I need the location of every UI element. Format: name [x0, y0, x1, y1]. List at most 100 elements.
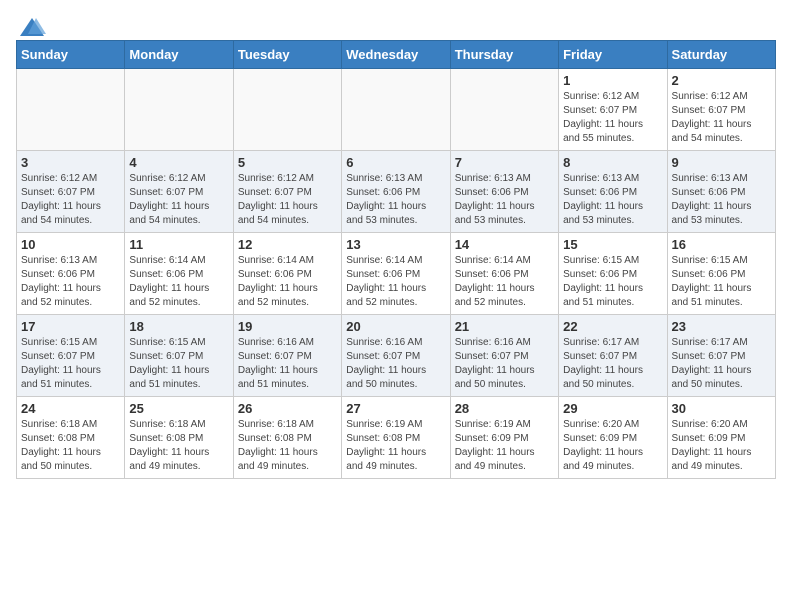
day-number: 6 — [346, 155, 445, 170]
day-number: 12 — [238, 237, 337, 252]
calendar-day-cell: 28 Sunrise: 6:19 AM Sunset: 6:09 PM Dayli… — [450, 397, 558, 479]
day-of-week-header: Friday — [559, 41, 667, 69]
day-number: 9 — [672, 155, 771, 170]
day-info: Sunrise: 6:13 AM Sunset: 6:06 PM Dayligh… — [563, 172, 662, 228]
day-number: 22 — [563, 319, 662, 334]
calendar-day-cell: 17 Sunrise: 6:15 AM Sunset: 6:07 PM Dayli… — [17, 315, 125, 397]
day-info: Sunrise: 6:12 AM Sunset: 6:07 PM Dayligh… — [672, 90, 771, 146]
day-of-week-header: Monday — [125, 41, 233, 69]
day-of-week-header: Sunday — [17, 41, 125, 69]
calendar-day-cell: 22 Sunrise: 6:17 AM Sunset: 6:07 PM Dayli… — [559, 315, 667, 397]
calendar-day-cell — [233, 69, 341, 151]
calendar-day-cell: 11Sunrise: 6:14 AM Sunset: 6:06 PM Dayli… — [125, 233, 233, 315]
calendar-day-cell — [17, 69, 125, 151]
day-info: Sunrise: 6:12 AM Sunset: 6:07 PM Dayligh… — [238, 172, 337, 228]
day-info: Sunrise: 6:18 AM Sunset: 6:08 PM Dayligh… — [238, 418, 337, 474]
day-number: 11 — [129, 237, 228, 252]
calendar-week-row: 24 Sunrise: 6:18 AM Sunset: 6:08 PM Dayli… — [17, 397, 776, 479]
logo — [16, 16, 46, 32]
day-number: 25 — [129, 401, 228, 416]
day-info: Sunrise: 6:13 AM Sunset: 6:06 PM Dayligh… — [455, 172, 554, 228]
calendar-week-row: 10 Sunrise: 6:13 AM Sunset: 6:06 PM Dayli… — [17, 233, 776, 315]
calendar-table: SundayMondayTuesdayWednesdayThursdayFrid… — [16, 40, 776, 479]
calendar-day-cell: 25 Sunrise: 6:18 AM Sunset: 6:08 PM Dayli… — [125, 397, 233, 479]
day-number: 3 — [21, 155, 120, 170]
day-info: Sunrise: 6:20 AM Sunset: 6:09 PM Dayligh… — [563, 418, 662, 474]
day-info: Sunrise: 6:19 AM Sunset: 6:09 PM Dayligh… — [455, 418, 554, 474]
day-info: Sunrise: 6:13 AM Sunset: 6:06 PM Dayligh… — [21, 254, 120, 310]
logo-icon — [18, 16, 46, 38]
day-number: 8 — [563, 155, 662, 170]
day-info: Sunrise: 6:14 AM Sunset: 6:06 PM Dayligh… — [455, 254, 554, 310]
calendar-day-cell — [125, 69, 233, 151]
calendar-day-cell: 7 Sunrise: 6:13 AM Sunset: 6:06 PM Daylig… — [450, 151, 558, 233]
calendar-week-row: 3 Sunrise: 6:12 AM Sunset: 6:07 PM Daylig… — [17, 151, 776, 233]
calendar-day-cell: 6 Sunrise: 6:13 AM Sunset: 6:06 PM Daylig… — [342, 151, 450, 233]
day-info: Sunrise: 6:17 AM Sunset: 6:07 PM Dayligh… — [563, 336, 662, 392]
calendar-day-cell: 26 Sunrise: 6:18 AM Sunset: 6:08 PM Dayli… — [233, 397, 341, 479]
calendar-day-cell: 15Sunrise: 6:15 AM Sunset: 6:06 PM Dayli… — [559, 233, 667, 315]
day-of-week-header: Tuesday — [233, 41, 341, 69]
day-number: 27 — [346, 401, 445, 416]
day-number: 10 — [21, 237, 120, 252]
day-number: 19 — [238, 319, 337, 334]
day-info: Sunrise: 6:16 AM Sunset: 6:07 PM Dayligh… — [346, 336, 445, 392]
calendar-day-cell: 23 Sunrise: 6:17 AM Sunset: 6:07 PM Dayli… — [667, 315, 775, 397]
day-number: 26 — [238, 401, 337, 416]
calendar-day-cell: 20 Sunrise: 6:16 AM Sunset: 6:07 PM Dayli… — [342, 315, 450, 397]
page-header — [16, 16, 776, 32]
calendar-day-cell: 21Sunrise: 6:16 AM Sunset: 6:07 PM Dayli… — [450, 315, 558, 397]
calendar-day-cell: 24 Sunrise: 6:18 AM Sunset: 6:08 PM Dayli… — [17, 397, 125, 479]
day-info: Sunrise: 6:13 AM Sunset: 6:06 PM Dayligh… — [346, 172, 445, 228]
day-of-week-header: Saturday — [667, 41, 775, 69]
day-of-week-header: Thursday — [450, 41, 558, 69]
day-number: 15 — [563, 237, 662, 252]
calendar-week-row: 1 Sunrise: 6:12 AM Sunset: 6:07 PM Daylig… — [17, 69, 776, 151]
calendar-day-cell: 10 Sunrise: 6:13 AM Sunset: 6:06 PM Dayli… — [17, 233, 125, 315]
calendar-day-cell: 9 Sunrise: 6:13 AM Sunset: 6:06 PM Daylig… — [667, 151, 775, 233]
day-number: 23 — [672, 319, 771, 334]
calendar-day-cell: 12 Sunrise: 6:14 AM Sunset: 6:06 PM Dayli… — [233, 233, 341, 315]
calendar-day-cell — [342, 69, 450, 151]
day-info: Sunrise: 6:17 AM Sunset: 6:07 PM Dayligh… — [672, 336, 771, 392]
day-info: Sunrise: 6:14 AM Sunset: 6:06 PM Dayligh… — [346, 254, 445, 310]
calendar-day-cell: 27 Sunrise: 6:19 AM Sunset: 6:08 PM Dayli… — [342, 397, 450, 479]
day-number: 4 — [129, 155, 228, 170]
day-info: Sunrise: 6:19 AM Sunset: 6:08 PM Dayligh… — [346, 418, 445, 474]
day-info: Sunrise: 6:15 AM Sunset: 6:07 PM Dayligh… — [21, 336, 120, 392]
calendar-day-cell: 1 Sunrise: 6:12 AM Sunset: 6:07 PM Daylig… — [559, 69, 667, 151]
calendar-day-cell — [450, 69, 558, 151]
day-info: Sunrise: 6:13 AM Sunset: 6:06 PM Dayligh… — [672, 172, 771, 228]
calendar-day-cell: 29Sunrise: 6:20 AM Sunset: 6:09 PM Dayli… — [559, 397, 667, 479]
calendar-day-cell: 3 Sunrise: 6:12 AM Sunset: 6:07 PM Daylig… — [17, 151, 125, 233]
day-number: 5 — [238, 155, 337, 170]
day-number: 7 — [455, 155, 554, 170]
day-info: Sunrise: 6:18 AM Sunset: 6:08 PM Dayligh… — [129, 418, 228, 474]
day-info: Sunrise: 6:16 AM Sunset: 6:07 PM Dayligh… — [455, 336, 554, 392]
calendar-day-cell: 2 Sunrise: 6:12 AM Sunset: 6:07 PM Daylig… — [667, 69, 775, 151]
day-number: 24 — [21, 401, 120, 416]
day-number: 1 — [563, 73, 662, 88]
day-info: Sunrise: 6:12 AM Sunset: 6:07 PM Dayligh… — [129, 172, 228, 228]
day-number: 30 — [672, 401, 771, 416]
calendar-day-cell: 14Sunrise: 6:14 AM Sunset: 6:06 PM Dayli… — [450, 233, 558, 315]
day-number: 17 — [21, 319, 120, 334]
calendar-day-cell: 18Sunrise: 6:15 AM Sunset: 6:07 PM Dayli… — [125, 315, 233, 397]
day-info: Sunrise: 6:12 AM Sunset: 6:07 PM Dayligh… — [563, 90, 662, 146]
day-number: 13 — [346, 237, 445, 252]
calendar-day-cell: 13 Sunrise: 6:14 AM Sunset: 6:06 PM Dayli… — [342, 233, 450, 315]
calendar-day-cell: 8 Sunrise: 6:13 AM Sunset: 6:06 PM Daylig… — [559, 151, 667, 233]
day-info: Sunrise: 6:14 AM Sunset: 6:06 PM Dayligh… — [238, 254, 337, 310]
day-number: 2 — [672, 73, 771, 88]
day-number: 16 — [672, 237, 771, 252]
day-number: 20 — [346, 319, 445, 334]
calendar-week-row: 17 Sunrise: 6:15 AM Sunset: 6:07 PM Dayli… — [17, 315, 776, 397]
day-number: 28 — [455, 401, 554, 416]
calendar-day-cell: 19 Sunrise: 6:16 AM Sunset: 6:07 PM Dayli… — [233, 315, 341, 397]
day-info: Sunrise: 6:18 AM Sunset: 6:08 PM Dayligh… — [21, 418, 120, 474]
day-info: Sunrise: 6:12 AM Sunset: 6:07 PM Dayligh… — [21, 172, 120, 228]
day-number: 18 — [129, 319, 228, 334]
calendar-day-cell: 5 Sunrise: 6:12 AM Sunset: 6:07 PM Daylig… — [233, 151, 341, 233]
day-info: Sunrise: 6:16 AM Sunset: 6:07 PM Dayligh… — [238, 336, 337, 392]
calendar-day-cell: 4 Sunrise: 6:12 AM Sunset: 6:07 PM Daylig… — [125, 151, 233, 233]
